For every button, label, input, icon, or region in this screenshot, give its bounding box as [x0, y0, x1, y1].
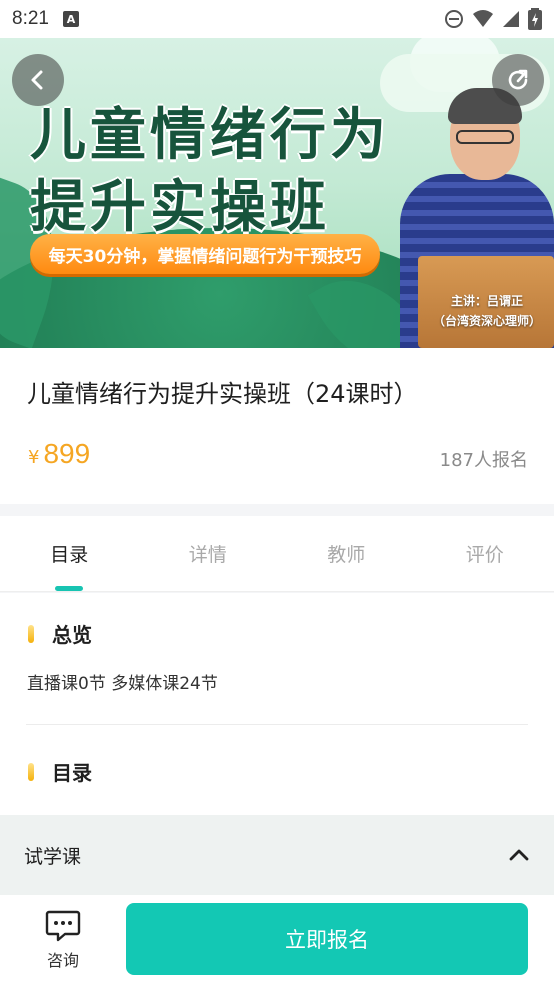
enroll-button[interactable]: 立即报名 [126, 903, 528, 975]
trial-lessons-section[interactable]: 试学课 [0, 815, 554, 895]
overview-heading: 总览 [28, 619, 92, 648]
course-info: 儿童情绪行为提升实操班（24课时） ¥ 899 187人报名 [0, 348, 554, 504]
course-banner: 儿童情绪行为 提升实操班 每天30分钟，掌握情绪问题行为干预技巧 主讲：吕谓正 … [0, 38, 554, 348]
enroll-count: 187人报名 [439, 450, 528, 471]
status-icons [444, 8, 542, 30]
tab-details[interactable]: 详情 [139, 516, 278, 591]
price: ¥ 899 [28, 438, 90, 470]
do-not-disturb-icon [445, 10, 463, 28]
catalog-heading: 目录 [28, 757, 92, 786]
course-title: 儿童情绪行为提升实操班（24课时） [27, 380, 418, 408]
chat-icon [45, 910, 81, 942]
price-value: 899 [43, 438, 91, 469]
overview-text: 直播课0节 多媒体课24节 [27, 674, 218, 694]
tab-bar: 目录 详情 教师 评价 [0, 516, 554, 592]
status-bar: 8:21 A [0, 0, 554, 38]
overview-title: 总览 [52, 623, 92, 647]
chevron-up-icon[interactable] [508, 844, 530, 866]
section-marker [28, 762, 34, 781]
banner-tagline: 每天30分钟，掌握情绪问题行为干预技巧 [30, 234, 380, 274]
consult-label: 咨询 [46, 951, 79, 970]
back-button[interactable] [12, 54, 64, 106]
tab-catalog[interactable]: 目录 [0, 516, 139, 591]
notification-icon: A [62, 11, 79, 27]
share-icon [508, 69, 528, 90]
tab-reviews[interactable]: 评价 [416, 516, 554, 591]
banner-lecturer-title: （台湾资深心理师） [432, 314, 541, 328]
section-marker [28, 624, 34, 643]
bottom-action-bar: 咨询 立即报名 [0, 895, 554, 984]
divider [26, 724, 528, 725]
battery-icon [528, 8, 542, 30]
status-time: 8:21 [12, 8, 49, 29]
share-button[interactable] [492, 54, 544, 106]
currency-symbol: ¥ [28, 447, 40, 468]
catalog-content: 总览 直播课0节 多媒体课24节 目录 [0, 593, 554, 815]
tab-teacher[interactable]: 教师 [277, 516, 416, 591]
wifi-icon [473, 10, 493, 27]
consult-button[interactable]: 咨询 [28, 909, 98, 971]
banner-lecturer: 主讲：吕谓正 [450, 294, 523, 308]
catalog-title: 目录 [52, 761, 92, 785]
banner-title-line2: 提升实操班 [30, 175, 330, 240]
banner-title-line1: 儿童情绪行为 [30, 103, 390, 168]
chevron-left-icon [31, 70, 43, 90]
trial-lessons-label: 试学课 [24, 845, 82, 868]
signal-icon [503, 11, 519, 27]
